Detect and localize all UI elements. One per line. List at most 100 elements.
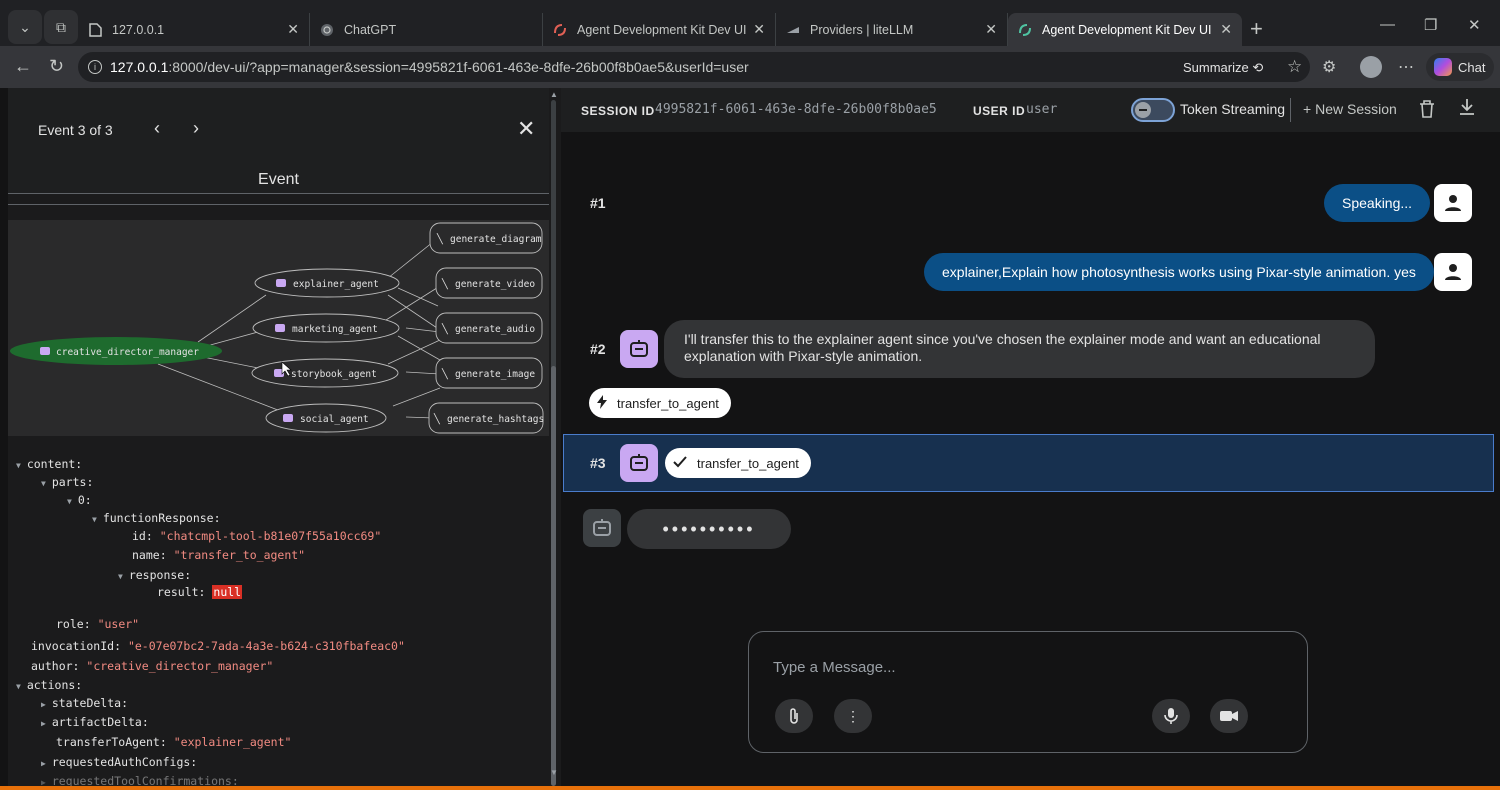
- chevron-right-icon[interactable]: ›: [193, 118, 199, 139]
- json-row-function-response[interactable]: ▼ functionResponse:: [92, 511, 221, 525]
- trash-icon[interactable]: [1419, 100, 1435, 123]
- json-row-parts[interactable]: ▼ parts:: [41, 475, 93, 489]
- download-icon[interactable]: [1458, 98, 1476, 121]
- video-button[interactable]: [1210, 699, 1248, 733]
- json-row-requested-auth-configs[interactable]: ▶ requestedAuthConfigs:: [41, 755, 197, 769]
- caret-down-icon[interactable]: ▼: [16, 461, 21, 470]
- json-key: id:: [132, 529, 153, 543]
- caret-down-icon[interactable]: ▼: [92, 515, 97, 524]
- agent-graph: creative_director_manager explainer_agen…: [8, 220, 549, 436]
- token-streaming-toggle[interactable]: [1131, 98, 1175, 122]
- graph-tool-node[interactable]: ╲ generate_hashtags: [428, 402, 544, 434]
- user-message: explainer,Explain how photosynthesis wor…: [924, 253, 1434, 291]
- json-value: "explainer_agent": [173, 735, 292, 749]
- scroll-up-icon[interactable]: ▲: [550, 90, 558, 99]
- json-value: "user": [97, 617, 140, 631]
- caret-down-icon[interactable]: ▼: [16, 682, 21, 691]
- divider: [8, 204, 549, 205]
- extensions-icon[interactable]: ⚙: [1322, 57, 1336, 77]
- graph-agent-node[interactable]: storybook_agent: [251, 358, 399, 388]
- tab-litellm[interactable]: Providers | liteLLM ✕: [776, 13, 1008, 46]
- tab-adk-dev-ui-active[interactable]: Agent Development Kit Dev UI ✕: [1008, 13, 1242, 46]
- turn-number: #3: [590, 455, 606, 471]
- graph-agent-node[interactable]: marketing_agent: [252, 313, 400, 343]
- tab-chatgpt[interactable]: ChatGPT: [310, 13, 543, 46]
- message-input[interactable]: [773, 654, 1273, 680]
- plus-icon: +: [1303, 101, 1312, 117]
- adk-icon: [1018, 23, 1032, 37]
- graph-root-node[interactable]: creative_director_manager: [10, 337, 222, 365]
- caret-right-icon[interactable]: ▶: [41, 700, 46, 709]
- tab-actions-button[interactable]: ⧉: [44, 10, 78, 44]
- more-options-button[interactable]: ⋮: [834, 699, 872, 733]
- close-icon[interactable]: ✕: [287, 21, 299, 38]
- robot-icon: [593, 519, 611, 536]
- close-icon[interactable]: ✕: [985, 21, 997, 38]
- caret-down-icon[interactable]: ▼: [41, 479, 46, 488]
- close-icon[interactable]: ✕: [1220, 21, 1232, 38]
- microphone-button[interactable]: [1152, 699, 1190, 733]
- turn-number: #2: [590, 341, 606, 357]
- copilot-chat-button[interactable]: Chat: [1426, 53, 1494, 81]
- summarize-icon: ⟲: [1252, 60, 1264, 75]
- close-icon[interactable]: ✕: [517, 116, 535, 142]
- bolt-icon: [597, 394, 607, 412]
- scroll-down-icon[interactable]: ▼: [550, 768, 558, 777]
- tab-title: Providers | liteLLM: [810, 22, 914, 37]
- close-icon[interactable]: ✕: [753, 21, 765, 38]
- graph-tool-label: generate_diagram: [450, 234, 542, 245]
- chevron-left-icon[interactable]: ‹: [154, 118, 160, 139]
- back-arrow-icon[interactable]: ←: [14, 56, 32, 77]
- address-bar[interactable]: i 127.0.0.1 :8000/dev-ui/?app=manager&se…: [78, 52, 1310, 82]
- scrollbar-thumb[interactable]: [551, 366, 556, 786]
- json-row-response[interactable]: ▼ response:: [118, 568, 191, 582]
- restore-button[interactable]: ❐: [1424, 16, 1437, 34]
- json-row-author: author: "creative_director_manager": [31, 659, 273, 673]
- json-row-actions[interactable]: ▼ actions:: [16, 678, 82, 692]
- function-response-chip[interactable]: transfer_to_agent: [665, 448, 811, 478]
- graph-tool-node[interactable]: ╲ generate_video: [435, 267, 543, 299]
- graph-agent-label: marketing_agent: [292, 324, 378, 335]
- star-icon[interactable]: ☆: [1287, 57, 1302, 77]
- function-call-chip[interactable]: transfer_to_agent: [589, 388, 731, 418]
- robot-icon: [283, 414, 293, 422]
- tab-localhost[interactable]: 127.0.0.1 ✕: [78, 13, 310, 46]
- browser-tab-strip: ⌄ ⧉ 127.0.0.1 ✕ ChatGPT Agent Developmen…: [0, 0, 1500, 46]
- json-row-state-delta[interactable]: ▶ stateDelta:: [41, 696, 128, 710]
- json-null-value: null: [212, 585, 243, 599]
- new-tab-button[interactable]: +: [1250, 16, 1263, 42]
- tab-title: Agent Development Kit Dev UI: [1042, 22, 1212, 37]
- json-row-index[interactable]: ▼ 0:: [67, 493, 92, 507]
- tab-adk-dev-ui[interactable]: Agent Development Kit Dev UI ✕: [543, 13, 776, 46]
- caret-right-icon[interactable]: ▶: [41, 719, 46, 728]
- summarize-button[interactable]: Summarize ⟲: [1183, 60, 1263, 76]
- graph-tool-node[interactable]: ╲ generate_image: [435, 357, 543, 389]
- graph-agent-node[interactable]: explainer_agent: [254, 268, 400, 298]
- event-panel-header: Event 3 of 3 ‹ › ✕ Event: [8, 88, 549, 194]
- caret-down-icon[interactable]: ▼: [67, 497, 72, 506]
- reload-icon[interactable]: ↻: [49, 56, 64, 77]
- chatgpt-icon: [320, 23, 334, 37]
- json-row-artifact-delta[interactable]: ▶ artifactDelta:: [41, 715, 149, 729]
- event-panel-scrollbar[interactable]: ▲ ▼: [549, 88, 561, 788]
- window-close-button[interactable]: ✕: [1468, 16, 1481, 34]
- chat-panel: SESSION ID 4995821f-6061-463e-8dfe-26b00…: [561, 88, 1500, 788]
- more-vert-icon: ⋮: [846, 707, 860, 724]
- json-value: "chatcmpl-tool-b81e07f55a10cc69": [159, 529, 382, 543]
- person-icon: [1445, 264, 1461, 280]
- json-key: invocationId:: [31, 639, 122, 653]
- new-session-button[interactable]: + New Session: [1303, 101, 1397, 117]
- graph-tool-node[interactable]: ╲ generate_diagram: [429, 222, 543, 254]
- minimize-button[interactable]: —: [1380, 16, 1395, 33]
- tab-search-button[interactable]: ⌄: [8, 10, 42, 44]
- more-menu-icon[interactable]: ⋯: [1398, 57, 1414, 77]
- graph-tool-node[interactable]: ╲ generate_audio: [435, 312, 543, 344]
- graph-tool-label: generate_hashtags: [447, 414, 544, 425]
- attach-button[interactable]: [775, 699, 813, 733]
- graph-agent-node[interactable]: social_agent: [265, 403, 387, 433]
- caret-right-icon[interactable]: ▶: [41, 759, 46, 768]
- json-row-content[interactable]: ▼ content:: [16, 457, 82, 471]
- caret-down-icon[interactable]: ▼: [118, 572, 123, 581]
- profile-avatar[interactable]: [1360, 56, 1382, 78]
- info-icon[interactable]: i: [88, 60, 102, 74]
